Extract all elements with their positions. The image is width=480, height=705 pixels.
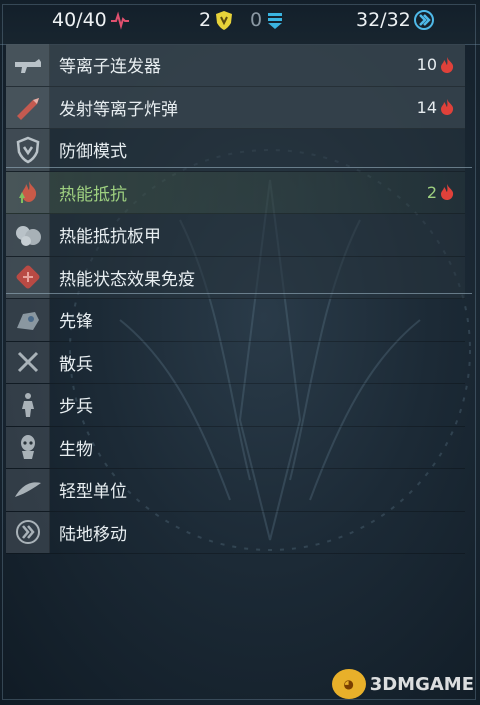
ability-value: 2 xyxy=(427,172,455,214)
organic-icon xyxy=(6,426,50,468)
weapon-row-plasma-bomb[interactable]: 发射等离子炸弹 14 xyxy=(6,86,465,129)
tag-name: 生物 xyxy=(59,439,93,460)
tag-name: 先锋 xyxy=(59,312,93,333)
weapon-name: 等离子连发器 xyxy=(59,57,161,78)
shield-mode-icon xyxy=(6,129,50,171)
armor-value: 0 xyxy=(250,9,263,31)
ability-row-thermal-armor[interactable]: 热能抵抗板甲 xyxy=(6,214,465,257)
tag-name: 轻型单位 xyxy=(59,482,127,503)
armor-icon xyxy=(268,13,283,29)
ability-name: 热能抵抗板甲 xyxy=(59,227,161,248)
thermal-armor-icon xyxy=(6,214,50,256)
tag-name: 步兵 xyxy=(59,397,93,418)
fire-damage-icon xyxy=(441,99,454,116)
movement-value: 32/32 xyxy=(356,9,411,31)
watermark-logo-icon: ◕ xyxy=(331,669,366,699)
shield-stat: 2 xyxy=(199,9,234,31)
ability-name: 热能状态效果免疫 xyxy=(59,269,195,290)
tag-row-vanguard: 先锋 xyxy=(6,299,465,342)
health-value: 40/40 xyxy=(52,9,107,31)
tag-row-organic: 生物 xyxy=(6,426,465,469)
shield-value: 2 xyxy=(199,9,212,31)
plasma-gun-icon xyxy=(6,44,50,86)
tag-row-skirmisher: 散兵 xyxy=(6,341,465,384)
damage-value: 14 xyxy=(416,97,437,117)
skirmisher-icon xyxy=(6,341,50,383)
movement-stat: 32/32 xyxy=(356,9,434,31)
thermal-resist-icon xyxy=(6,171,50,213)
fire-damage-icon xyxy=(441,56,454,73)
tags-top-divider xyxy=(6,293,472,294)
tag-name: 散兵 xyxy=(59,354,93,375)
unit-info-panel: 40/40 2 0 32/32 等离子连发器 10 发射等离子炸弹 14 防御模… xyxy=(0,0,480,705)
watermark-text: 3DMGAME xyxy=(369,673,474,695)
ability-name: 防御模式 xyxy=(59,142,127,163)
vanguard-icon xyxy=(6,299,50,341)
heartbeat-icon xyxy=(110,11,129,30)
selection-top-divider xyxy=(6,167,472,168)
light-unit-icon xyxy=(6,469,50,511)
resist-value: 2 xyxy=(426,182,437,202)
tag-row-infantry: 步兵 xyxy=(6,384,465,427)
land-movement-icon xyxy=(6,511,50,553)
infantry-icon xyxy=(6,384,50,426)
ability-row-thermal-resist[interactable]: 热能抵抗 2 xyxy=(6,171,465,214)
tag-row-light-unit: 轻型单位 xyxy=(6,469,465,512)
weapon-row-plasma-gun[interactable]: 等离子连发器 10 xyxy=(6,44,465,87)
unit-stats-bar: 40/40 2 0 32/32 xyxy=(0,0,480,45)
plasma-bomb-icon xyxy=(6,86,50,128)
shield-icon xyxy=(216,11,233,30)
health-stat: 40/40 xyxy=(52,9,130,31)
tag-row-land-movement: 陆地移动 xyxy=(6,511,465,554)
weapon-damage: 10 xyxy=(417,44,455,86)
ability-name: 热能抵抗 xyxy=(59,184,127,205)
damage-value: 10 xyxy=(416,55,437,75)
weapon-name: 发射等离子炸弹 xyxy=(59,99,178,120)
site-watermark: ◕ 3DMGAME xyxy=(331,669,474,699)
fire-damage-icon xyxy=(441,184,454,201)
thermal-immunity-icon xyxy=(6,256,50,298)
weapon-damage: 14 xyxy=(417,87,455,129)
armor-stat: 0 xyxy=(250,9,285,31)
tag-name: 陆地移动 xyxy=(59,524,127,545)
movement-icon xyxy=(413,10,434,30)
unit-abilities-list: 等离子连发器 10 发射等离子炸弹 14 防御模式 热能抵抗 2 热能抵抗板甲 … xyxy=(6,44,472,554)
ability-row-defense-mode[interactable]: 防御模式 xyxy=(6,129,465,172)
